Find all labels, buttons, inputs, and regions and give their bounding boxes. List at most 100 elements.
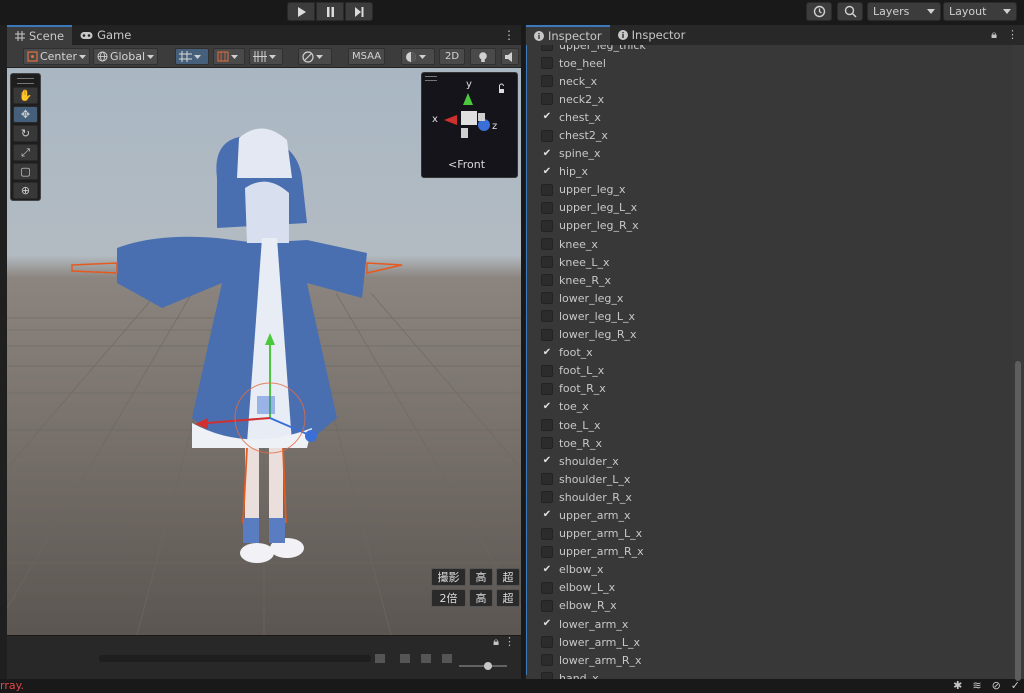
quality-ultra-button-2[interactable]: 超: [496, 589, 520, 607]
quality-ultra-button[interactable]: 超: [496, 568, 520, 586]
tab-inspector-2[interactable]: Inspector: [610, 25, 694, 45]
checkbox[interactable]: [541, 75, 553, 88]
scale-2x-button[interactable]: 2倍: [431, 589, 466, 607]
list-item[interactable]: lower_leg_x: [526, 289, 1012, 307]
list-item[interactable]: ✔ hip_x: [526, 163, 1012, 181]
grid-snap-toggle[interactable]: [175, 48, 209, 65]
list-item[interactable]: upper_leg_L_x: [526, 199, 1012, 217]
list-item[interactable]: upper_arm_L_x: [526, 525, 1012, 543]
checkbox-checked[interactable]: ✔: [541, 509, 553, 521]
msaa-button[interactable]: MSAA: [348, 48, 385, 65]
panel-menu-icon[interactable]: ⋮: [503, 28, 515, 42]
list-item[interactable]: ✔ foot_x: [526, 344, 1012, 362]
list-item[interactable]: lower_arm_R_x: [526, 651, 1012, 669]
capture-button[interactable]: 撮影: [431, 568, 466, 586]
search-button[interactable]: [837, 2, 863, 21]
lock-icon[interactable]: 🔒︎: [493, 635, 499, 649]
checkbox[interactable]: [541, 473, 553, 486]
list-item[interactable]: lower_arm_L_x: [526, 633, 1012, 651]
bug-icon[interactable]: ✱: [953, 679, 962, 692]
list-item[interactable]: upper_leg_thick: [526, 45, 1012, 54]
panel-menu-icon[interactable]: ⋮: [504, 635, 515, 648]
pivot-dropdown[interactable]: Center: [23, 48, 90, 65]
checkbox[interactable]: [541, 636, 553, 649]
transform-tool-button[interactable]: ⊕: [13, 182, 38, 199]
checkbox[interactable]: [541, 201, 553, 214]
list-item[interactable]: toe_L_x: [526, 416, 1012, 434]
checkbox[interactable]: [541, 256, 553, 269]
checkbox[interactable]: [541, 364, 553, 377]
scrollbar-thumb[interactable]: [1015, 361, 1021, 681]
checkbox[interactable]: [541, 437, 553, 450]
snap-increment-button[interactable]: [213, 48, 245, 65]
checkbox[interactable]: [541, 93, 553, 106]
checkbox[interactable]: [541, 654, 553, 667]
checkbox-checked[interactable]: ✔: [541, 347, 553, 359]
checkbox[interactable]: [541, 238, 553, 251]
lock-icon[interactable]: 🔒︎: [991, 28, 997, 42]
checkbox[interactable]: [541, 328, 553, 341]
list-item[interactable]: ✔ lower_arm_x: [526, 615, 1012, 633]
checkbox[interactable]: [541, 527, 553, 540]
list-item[interactable]: ✔ shoulder_x: [526, 452, 1012, 470]
orientation-gizmo[interactable]: y x z <Front: [421, 72, 518, 178]
checkbox[interactable]: [541, 419, 553, 432]
checkbox[interactable]: [541, 292, 553, 305]
palette-grip[interactable]: [17, 78, 34, 84]
checkbox[interactable]: [541, 310, 553, 323]
cache-icon[interactable]: ≋: [972, 679, 981, 692]
checkbox-checked[interactable]: ✔: [541, 401, 553, 413]
list-item[interactable]: knee_x: [526, 235, 1012, 253]
checkbox[interactable]: [541, 183, 553, 196]
layers-dropdown[interactable]: Layers: [867, 2, 941, 21]
checkbox[interactable]: [541, 672, 553, 679]
rotate-tool-button[interactable]: ↻: [13, 125, 38, 142]
move-tool-button[interactable]: ✥: [13, 106, 38, 123]
checkbox-checked[interactable]: ✔: [541, 148, 553, 160]
list-item[interactable]: elbow_L_x: [526, 579, 1012, 597]
draw-mode-button[interactable]: [298, 48, 332, 65]
checkbox[interactable]: [541, 129, 553, 142]
list-item[interactable]: ✔ upper_arm_x: [526, 506, 1012, 524]
history-button[interactable]: [806, 2, 832, 21]
lighting-toggle[interactable]: [470, 48, 496, 65]
list-item[interactable]: chest2_x: [526, 126, 1012, 144]
list-item[interactable]: hand_x: [526, 669, 1012, 679]
tab-game[interactable]: Game: [72, 25, 139, 45]
list-item[interactable]: knee_L_x: [526, 253, 1012, 271]
list-item[interactable]: knee_R_x: [526, 271, 1012, 289]
scene-viewport[interactable]: ✋ ✥ ↻ ⤢ ▢ ⊕ y x z <Front 撮影 高 超 2倍 高 超: [7, 68, 521, 635]
list-item[interactable]: toe_heel: [526, 54, 1012, 72]
checkbox-checked[interactable]: ✔: [541, 111, 553, 123]
check-icon[interactable]: ✓: [1011, 679, 1020, 692]
list-item[interactable]: elbow_R_x: [526, 597, 1012, 615]
list-item[interactable]: neck2_x: [526, 90, 1012, 108]
list-item[interactable]: upper_leg_x: [526, 181, 1012, 199]
hand-tool-button[interactable]: ✋: [13, 87, 38, 104]
list-item[interactable]: ✔ toe_x: [526, 398, 1012, 416]
checkbox[interactable]: [541, 45, 553, 52]
checkbox-checked[interactable]: ✔: [541, 455, 553, 467]
quality-high-button-2[interactable]: 高: [469, 589, 493, 607]
list-item[interactable]: ✔ spine_x: [526, 145, 1012, 163]
space-dropdown[interactable]: Global: [93, 48, 158, 65]
list-item[interactable]: lower_leg_R_x: [526, 326, 1012, 344]
list-item[interactable]: foot_R_x: [526, 380, 1012, 398]
checkbox[interactable]: [541, 581, 553, 594]
grid-visibility-button[interactable]: [249, 48, 283, 65]
list-item[interactable]: shoulder_L_x: [526, 470, 1012, 488]
inspector-scrollbar[interactable]: [1012, 45, 1024, 681]
shading-mode-button[interactable]: [401, 48, 435, 65]
list-item[interactable]: toe_R_x: [526, 434, 1012, 452]
checkbox[interactable]: [541, 599, 553, 612]
checkbox[interactable]: [541, 57, 553, 70]
checkbox[interactable]: [541, 382, 553, 395]
audio-toggle[interactable]: [501, 48, 519, 65]
tab-inspector-1[interactable]: Inspector: [526, 25, 610, 45]
list-item[interactable]: upper_arm_R_x: [526, 543, 1012, 561]
layout-dropdown[interactable]: Layout: [943, 2, 1017, 21]
list-item[interactable]: ✔ elbow_x: [526, 561, 1012, 579]
play-button[interactable]: [287, 2, 315, 21]
quality-high-button[interactable]: 高: [469, 568, 493, 586]
checkbox[interactable]: [541, 545, 553, 558]
